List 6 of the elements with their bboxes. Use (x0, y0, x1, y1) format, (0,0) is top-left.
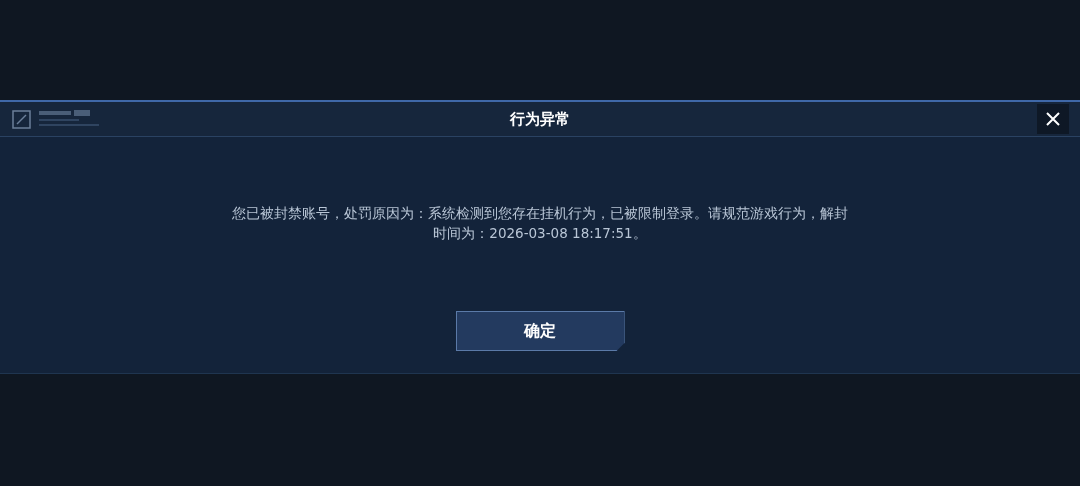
dialog-title: 行为异常 (510, 109, 570, 129)
ban-message: 您已被封禁账号，处罚原因为：系统检测到您存在挂机行为，已被限制登录。请规范游戏行为，解封时间为：2026-03-08 18:17:51。 (231, 204, 849, 243)
confirm-button[interactable]: 确定 (455, 311, 625, 351)
logo-icon (11, 108, 101, 132)
close-icon (1045, 111, 1061, 127)
close-button[interactable] (1037, 104, 1069, 134)
